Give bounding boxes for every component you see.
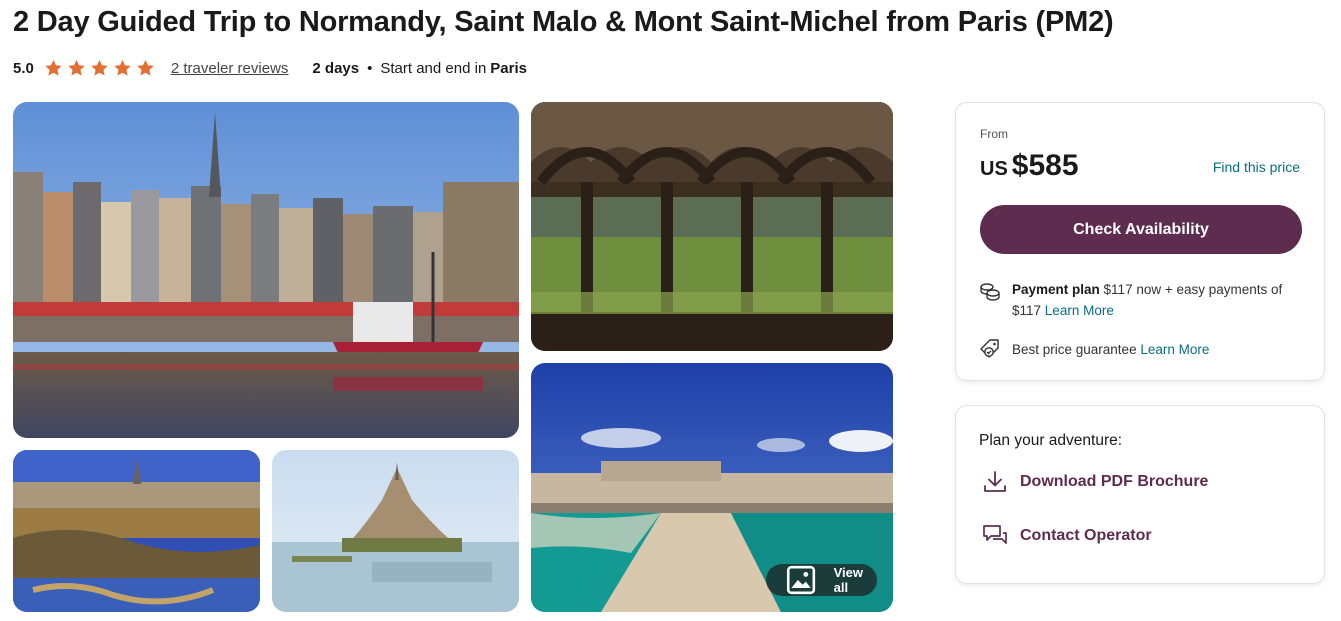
price-currency: US xyxy=(980,158,1008,180)
star-icon xyxy=(45,59,62,76)
download-brochure-link[interactable]: Download PDF Brochure xyxy=(980,467,1208,497)
reviews-link[interactable]: 2 traveler reviews xyxy=(171,60,289,77)
start-end-city: Paris xyxy=(490,59,527,77)
star-rating xyxy=(44,59,155,77)
gallery-photo-cloister[interactable] xyxy=(531,102,893,351)
from-label: From xyxy=(980,127,1008,141)
gallery-photo-harbor[interactable] xyxy=(13,102,519,438)
payment-plan-label: Payment plan xyxy=(1012,282,1100,297)
harbor-image xyxy=(13,102,519,438)
price-card: From US $585 Find this price Check Availa… xyxy=(955,102,1325,381)
payment-learn-more-link[interactable]: Learn More xyxy=(1045,303,1114,318)
price-guarantee-text: Best price guarantee Learn More xyxy=(1012,342,1209,357)
star-icon xyxy=(91,59,108,76)
find-price-link[interactable]: Find this price xyxy=(1213,159,1300,175)
download-brochure-label: Download PDF Brochure xyxy=(1020,473,1209,490)
star-icon xyxy=(68,59,85,76)
cloister-image xyxy=(531,102,893,351)
check-availability-button[interactable]: Check Availability xyxy=(980,205,1302,254)
payment-plan-text: Payment plan $117 now + easy payments of… xyxy=(1012,279,1304,321)
chat-icon xyxy=(983,525,1007,544)
gallery-icon xyxy=(786,565,815,595)
payment-plan-row: Payment plan $117 now + easy payments of… xyxy=(978,279,1304,321)
start-end-label: Start and end in xyxy=(380,59,487,77)
price-amount: $585 xyxy=(1011,149,1079,182)
mont-saint-michel-image xyxy=(272,450,519,612)
gallery-photo-saint-malo-beach[interactable]: View all xyxy=(531,363,893,612)
gallery-photo-saint-malo[interactable] xyxy=(13,450,260,612)
saint-malo-image xyxy=(13,450,260,612)
price-tag-check-icon xyxy=(980,339,999,358)
coins-icon xyxy=(980,283,1000,301)
plan-title: Plan your adventure: xyxy=(979,432,1123,449)
star-icon xyxy=(137,59,154,76)
price: US $585 xyxy=(980,149,1079,183)
download-icon xyxy=(984,471,1006,492)
price-guarantee-row: Best price guarantee Learn More xyxy=(978,337,1304,361)
gallery-photo-mont-saint-michel[interactable] xyxy=(272,450,519,612)
plan-adventure-card: Plan your adventure: Download PDF Brochu… xyxy=(955,405,1325,584)
separator-dot: • xyxy=(367,59,373,77)
contact-operator-link[interactable]: Contact Operator xyxy=(980,521,1152,551)
guarantee-learn-more-link[interactable]: Learn More xyxy=(1140,342,1209,357)
guarantee-label: Best price guarantee xyxy=(1012,341,1137,357)
page-title: 2 Day Guided Trip to Normandy, Saint Mal… xyxy=(13,6,1114,38)
star-icon xyxy=(114,59,131,76)
rating-value: 5.0 xyxy=(13,59,34,77)
view-all-label: View all xyxy=(833,565,863,595)
tour-meta: 5.0 2 traveler reviews 2 days • Start an… xyxy=(13,58,527,78)
view-all-button[interactable]: View all xyxy=(765,564,877,596)
duration: 2 days xyxy=(312,59,360,77)
contact-operator-label: Contact Operator xyxy=(1020,527,1152,544)
